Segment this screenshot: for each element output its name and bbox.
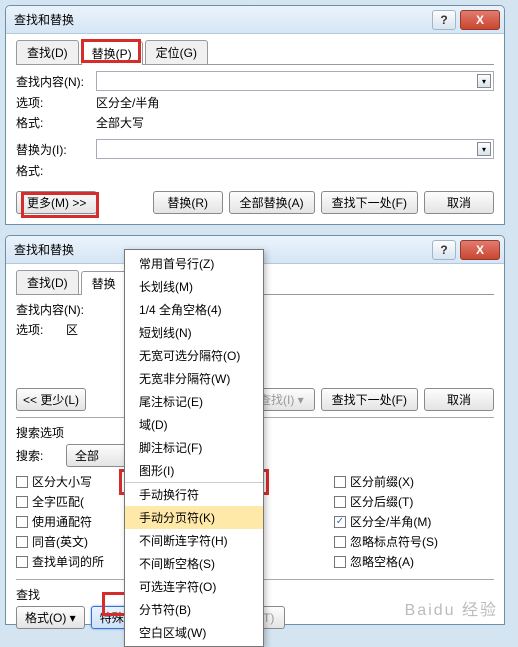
chevron-down-icon[interactable]: ▾ [477, 142, 491, 156]
menu-item[interactable]: 长划线(M) [125, 275, 263, 298]
label-findwhat: 查找内容(N): [16, 301, 96, 318]
chevron-down-icon[interactable]: ▾ [477, 74, 491, 88]
label-findwhat: 查找内容(N): [16, 73, 96, 90]
menu-item[interactable]: 常用首号行(Z) [125, 252, 263, 275]
checkbox-icon [334, 536, 346, 548]
find-next-button[interactable]: 查找下一处(F) [321, 191, 418, 214]
checkbox-icon [16, 536, 28, 548]
more-button[interactable]: 更多(M) >> [16, 191, 97, 214]
close-button[interactable]: X [460, 10, 500, 30]
checkbox-icon [16, 496, 28, 508]
checkbox-label: 查找单词的所 [32, 553, 104, 570]
replace-button[interactable]: 替换(R) [153, 191, 223, 214]
checkbox-label: 忽略空格(A) [350, 553, 414, 570]
checkbox-icon [16, 556, 28, 568]
checkbox-option[interactable]: 忽略空格(A) [334, 553, 494, 570]
menu-item[interactable]: 短划线(N) [125, 321, 263, 344]
label-options: 选项: [16, 321, 66, 338]
help-button[interactable]: ? [432, 10, 456, 30]
replace-all-button[interactable]: 全部替换(A) [229, 191, 315, 214]
checkbox-icon [334, 556, 346, 568]
menu-item[interactable]: 1/4 全角空格(4) [125, 298, 263, 321]
checkbox-icon: ✓ [334, 516, 346, 528]
menu-item[interactable]: 脚注标记(F) [125, 436, 263, 459]
label-format2: 格式: [16, 162, 96, 179]
tab-goto[interactable]: 定位(G) [145, 40, 208, 64]
checkbox-option[interactable]: 忽略标点符号(S) [334, 533, 494, 550]
help-button[interactable]: ? [432, 240, 456, 260]
checkbox-label: 忽略标点符号(S) [350, 533, 438, 550]
tab-replace[interactable]: 替换(P) [81, 41, 143, 65]
checkbox-label: 全字匹配( [32, 493, 84, 510]
menu-item[interactable]: 无宽可选分隔符(O) [125, 344, 263, 367]
tab-find[interactable]: 查找(D) [16, 40, 79, 64]
menu-item[interactable]: 空白区域(W) [125, 621, 263, 644]
label-replacewith: 替换为(I): [16, 141, 96, 158]
options-value: 区分全/半角 [96, 94, 159, 111]
menu-item[interactable]: 图形(I) [125, 459, 263, 482]
close-button[interactable]: X [460, 240, 500, 260]
checkbox-label: 区分前缀(X) [350, 473, 414, 490]
menu-item[interactable]: 不间断空格(S) [125, 552, 263, 575]
checkbox-label: 区分全/半角(M) [350, 513, 431, 530]
menu-item-manual-page-break[interactable]: 手动分页符(K) [125, 506, 263, 529]
checkbox-icon [334, 476, 346, 488]
checkbox-label: 使用通配符 [32, 513, 92, 530]
tab-find[interactable]: 查找(D) [16, 270, 79, 294]
tab-replace[interactable]: 替换 [81, 271, 127, 295]
menu-item[interactable]: 域(D) [125, 413, 263, 436]
checkbox-icon [334, 496, 346, 508]
cancel-button[interactable]: 取消 [424, 388, 494, 411]
menu-item[interactable]: 不间断连字符(H) [125, 529, 263, 552]
menu-item[interactable]: 手动换行符 [125, 482, 263, 506]
search-direction-value: 全部 [75, 447, 99, 464]
checkbox-label: 区分后缀(T) [350, 493, 413, 510]
checkbox-icon [16, 476, 28, 488]
format-button-label: 格式(O) ▾ [25, 609, 76, 626]
search-direction-label: 搜索: [16, 447, 66, 464]
label-format: 格式: [16, 114, 96, 131]
window-title: 查找和替换 [6, 241, 74, 258]
label-options: 选项: [16, 94, 96, 111]
checkbox-icon [16, 516, 28, 528]
format-value: 全部大写 [96, 114, 144, 131]
checkbox-option[interactable]: ✓ 区分全/半角(M) [334, 513, 494, 530]
window-title: 查找和替换 [6, 11, 74, 28]
format-button[interactable]: 格式(O) ▾ [16, 606, 85, 629]
options-value: 区 [66, 321, 78, 338]
watermark: Baidu 经验 [405, 596, 498, 620]
find-next-button[interactable]: 查找下一处(F) [321, 388, 418, 411]
search-direction-select[interactable]: 全部 [66, 444, 126, 467]
menu-item[interactable]: 分节符(B) [125, 598, 263, 621]
checkbox-option[interactable]: 区分前缀(X) [334, 473, 494, 490]
checkbox-option[interactable]: 区分后缀(T) [334, 493, 494, 510]
cancel-button[interactable]: 取消 [424, 191, 494, 214]
menu-item[interactable]: 可选连字符(O) [125, 575, 263, 598]
checkbox-label: 区分大小写 [32, 473, 92, 490]
less-button[interactable]: << 更少(L) [16, 388, 86, 411]
checkbox-label: 同音(英文) [32, 533, 88, 550]
find-what-input[interactable]: ▾ [96, 71, 494, 91]
replace-with-input[interactable]: ▾ [96, 139, 494, 159]
menu-item[interactable]: 尾注标记(E) [125, 390, 263, 413]
menu-item[interactable]: 无宽非分隔符(W) [125, 367, 263, 390]
